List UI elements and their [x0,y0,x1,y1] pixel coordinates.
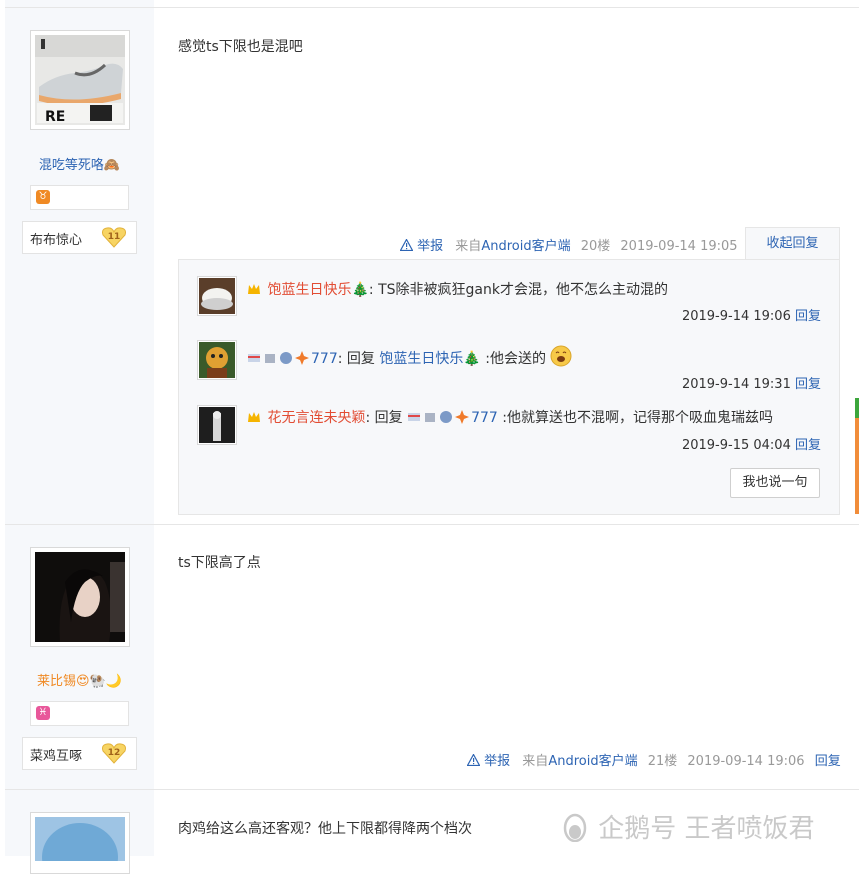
crown-icon [248,412,260,422]
badge-box[interactable]: ♓ [30,701,129,726]
reply-line: 花无言连未央颖: 回复 777 :他就算送也不混啊，记得那个吸血鬼瑞兹吗 [247,407,773,427]
side-indicator [855,418,859,514]
reply-author[interactable]: 饱蓝生日快乐🎄 [267,282,368,298]
reply-meta: 2019-9-14 19:06 回复 [681,309,821,324]
side-indicator [855,398,859,418]
divider [5,7,859,8]
author-name[interactable]: 混吃等死咯🙈 [0,154,159,173]
reply-line: 饱蓝生日快乐🎄: TS除非被疯狂gank才会混，他不怎么主动混的 [247,279,668,299]
flag-icon [408,413,421,421]
warning-icon [466,753,481,767]
reply-meta: 2019-9-14 19:31 回复 [681,377,821,392]
svg-text:RE: RE [45,109,65,125]
reply-line: 777: 回复 饱蓝生日快乐🎄 :他会送的 [247,345,572,368]
report-link[interactable]: 举报 [399,238,447,254]
reply-link[interactable]: 回复 [795,309,821,324]
level-number: 11 [108,232,121,242]
level-number: 12 [108,748,121,758]
reply-target[interactable]: 饱蓝生日快乐🎄 [379,351,480,367]
reply-panel: 饱蓝生日快乐🎄: TS除非被疯狂gank才会混，他不怎么主动混的 2019-9-… [178,259,840,515]
post-content: 感觉ts下限也是混吧 [178,39,303,55]
avatar[interactable] [197,340,237,380]
post-meta: 举报 来自Android客户端 21楼 2019-09-14 19:06 回复 [466,750,841,769]
taurus-badge-icon: ♉ [36,190,50,204]
reply-text: TS除非被疯狂gank才会混，他不怎么主动混的 [378,282,668,298]
client-source: 来自Android客户端 [455,239,571,254]
avatar[interactable] [30,547,130,647]
pisces-badge-icon: ♓ [36,706,50,720]
reply-text: :他就算送也不混啊，记得那个吸血鬼瑞兹吗 [497,410,773,426]
tower-icon [425,413,436,422]
floor-number: 20楼 [580,239,611,254]
level-name: 布布惊心 [30,233,83,248]
reply-link[interactable]: 回复 [795,377,821,392]
yawn-emoji-icon [550,345,572,367]
level-name: 菜鸡互啄 [30,749,83,764]
floor-number: 21楼 [647,754,678,769]
say-something-button[interactable]: 我也说一句 [730,468,820,498]
divider [5,789,859,790]
penguin-logo-icon [563,813,587,843]
burst-icon [455,410,470,424]
crown-icon [248,284,260,294]
watermark: 企鹅号 王者喷饭君 [560,808,850,848]
post-content: 肉鸡给这么高还客观？他上下限都得降两个档次 [178,821,472,837]
reply-author[interactable]: 花无言连未央颖 [267,410,365,426]
avatar[interactable]: RE [30,30,130,130]
avatar[interactable] [197,276,237,316]
level-heart-icon: 11 [102,227,126,248]
tower-icon [265,354,275,363]
reply-link[interactable]: 回复 [795,438,821,453]
avatar[interactable] [197,405,237,445]
flag-icon [248,354,260,362]
globe-icon [280,352,292,364]
reply-target[interactable]: 777 [471,410,498,426]
burst-icon [295,351,309,365]
avatar[interactable] [30,812,130,874]
level-box[interactable]: 菜鸡互啄 12 [22,737,137,770]
divider [5,524,859,525]
globe-icon [440,411,453,423]
reply-text: :他会送的 [480,351,546,367]
author-name[interactable]: 莱比锡😍🐏🌙 [0,670,159,689]
client-source: 来自Android客户端 [522,754,638,769]
reply-button[interactable]: 回复 [815,754,841,769]
level-box[interactable]: 布布惊心 11 [22,221,137,254]
reply-author[interactable]: 777 [311,351,338,367]
badge-box[interactable]: ♉ [30,185,129,210]
thread-page: RE 混吃等死咯🙈 ♉ 布布惊心 11 感觉ts下限也是混吧 举报 来自Andr… [0,0,859,874]
report-link[interactable]: 举报 [466,753,514,769]
post-time: 2019-09-14 19:06 [687,754,805,769]
post-content: ts下限高了点 [178,555,261,571]
post-meta: 举报 来自Android客户端 20楼 2019-09-14 19:05 [399,235,738,254]
post-time: 2019-09-14 19:05 [620,239,738,254]
level-heart-icon: 12 [102,743,126,764]
collapse-replies-button[interactable]: 收起回复 [745,227,840,260]
reply-meta: 2019-9-15 04:04 回复 [681,438,821,453]
warning-icon [399,238,414,252]
